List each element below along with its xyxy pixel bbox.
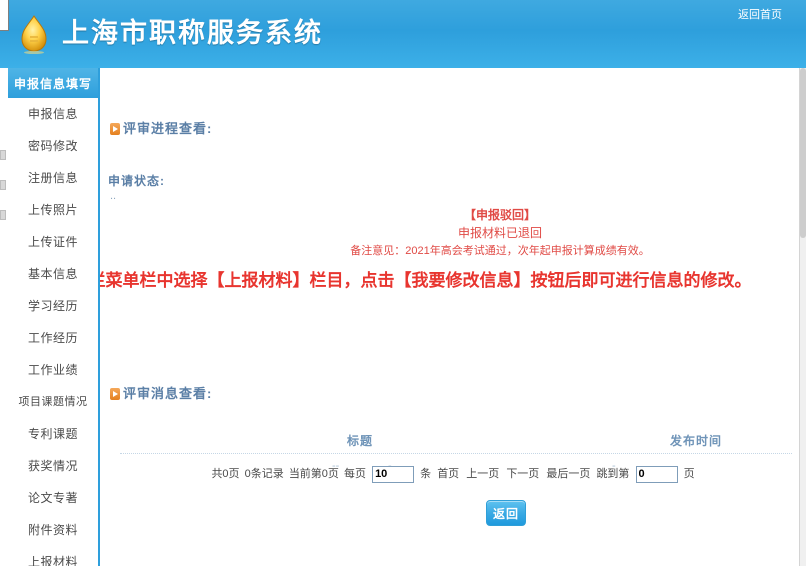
sidebar-item-patent-topic[interactable]: 专利课题	[8, 418, 98, 450]
instruction-text: 在左栏菜单栏中选择【上报材料】栏目，点击【我要修改信息】按钮后即可进行信息的修改…	[100, 271, 752, 290]
sidebar-item-register-info[interactable]: 注册信息	[8, 162, 98, 194]
per-page-input[interactable]	[372, 465, 415, 483]
sidebar-item-work-experience[interactable]: 工作经历	[8, 322, 98, 354]
status-remark: 备注意见：2021年高会考试通过，次年起申报计算成绩有效。	[350, 245, 650, 257]
site-title: 上海市职称服务系统	[62, 18, 323, 48]
left-edge-strip	[0, 0, 9, 31]
section-progress-label: 评审进程查看:	[123, 121, 213, 136]
main-content: 评审进程查看: 申请状态: .. 【申报驳回】 申报材料已退回 备注意见：202…	[100, 68, 806, 566]
table-divider	[120, 453, 792, 455]
pagination-bar: 共0页 0条记录 当前第0页 每页 条 首页 上一页 下一页 最后一页 跳到第 …	[100, 465, 806, 483]
pager-jump-label: 跳到第	[596, 468, 630, 480]
sidebar-menu: 申报信息 密码修改 注册信息 上传照片 上传证件 基本信息 学习经历 工作经历 …	[8, 98, 98, 566]
pager-last-page[interactable]: 最后一页	[546, 468, 590, 480]
column-header-title: 标题	[346, 434, 373, 448]
sidebar-item-declaration-info[interactable]: 申报信息	[8, 98, 98, 130]
pager-first-page[interactable]: 首页	[437, 468, 459, 480]
page-root: 上海市职称服务系统 返回首页 申报信息填写 申报信息 密码修改 注册信息 上传照…	[0, 0, 806, 566]
sidebar-item-upload-certificate[interactable]: 上传证件	[8, 226, 98, 258]
edge-mark-3	[0, 210, 6, 220]
pager-perpage-label: 每页	[344, 468, 366, 480]
page-header: 上海市职称服务系统 返回首页	[0, 0, 806, 68]
status-description: 申报材料已退回	[457, 226, 542, 240]
return-button[interactable]: 返回	[486, 500, 526, 526]
column-header-time: 发布时间	[669, 434, 722, 448]
sidebar-item-basic-info[interactable]: 基本信息	[8, 258, 98, 290]
pager-next-page[interactable]: 下一页	[506, 468, 539, 480]
section-message-title: 评审消息查看:	[110, 383, 212, 402]
sidebar-header: 申报信息填写	[8, 68, 98, 98]
pager-prev-page[interactable]: 上一页	[466, 468, 499, 480]
return-home-link[interactable]: 返回首页	[738, 6, 782, 22]
arrow-bullet-icon-2	[110, 388, 120, 400]
table-header-row: 标题 发布时间	[120, 428, 792, 455]
sidebar-item-submit-materials[interactable]: 上报材料	[8, 546, 98, 566]
status-block: 【申报驳回】 申报材料已退回 备注意见：2021年高会考试通过，次年起申报计算成…	[250, 206, 750, 260]
edge-mark-2	[0, 180, 6, 190]
sidebar-item-papers[interactable]: 论文专著	[8, 482, 98, 514]
message-table: 标题 发布时间	[120, 428, 792, 455]
header-inner: 上海市职称服务系统 返回首页	[0, 0, 806, 68]
sidebar-item-upload-photo[interactable]: 上传照片	[8, 194, 98, 226]
apply-status-dots: ..	[110, 190, 117, 202]
section-progress-title: 评审进程查看:	[110, 118, 212, 137]
pager-perpage-unit: 条	[420, 468, 432, 480]
pager-jump-unit: 页	[683, 468, 695, 480]
jump-page-input[interactable]	[635, 465, 678, 483]
scrollbar-thumb[interactable]	[800, 68, 806, 238]
page-scrollbar[interactable]	[799, 68, 806, 566]
sidebar-item-awards[interactable]: 获奖情况	[8, 450, 98, 482]
sidebar-item-work-achievement[interactable]: 工作业绩	[8, 354, 98, 386]
pager-total-records: 0条记录	[244, 468, 284, 480]
sidebar-item-study-experience[interactable]: 学习经历	[8, 290, 98, 322]
sidebar-item-attachments[interactable]: 附件资料	[8, 514, 98, 546]
apply-status-label: 申请状态:	[108, 174, 165, 188]
left-edge-marks	[0, 150, 6, 260]
status-badge: 【申报驳回】	[463, 208, 536, 222]
edge-mark-1	[0, 150, 6, 160]
sidebar-item-password-change[interactable]: 密码修改	[8, 130, 98, 162]
flame-logo-icon	[17, 14, 51, 55]
pager-total-pages: 共0页	[211, 468, 240, 480]
sidebar-item-project-topic[interactable]: 项目课题情况	[8, 386, 98, 418]
section-message-label: 评审消息查看:	[123, 386, 213, 401]
sidebar: 申报信息填写 申报信息 密码修改 注册信息 上传照片 上传证件 基本信息 学习经…	[8, 68, 100, 566]
pager-current-page: 当前第0页	[288, 468, 339, 480]
arrow-bullet-icon	[110, 123, 120, 135]
